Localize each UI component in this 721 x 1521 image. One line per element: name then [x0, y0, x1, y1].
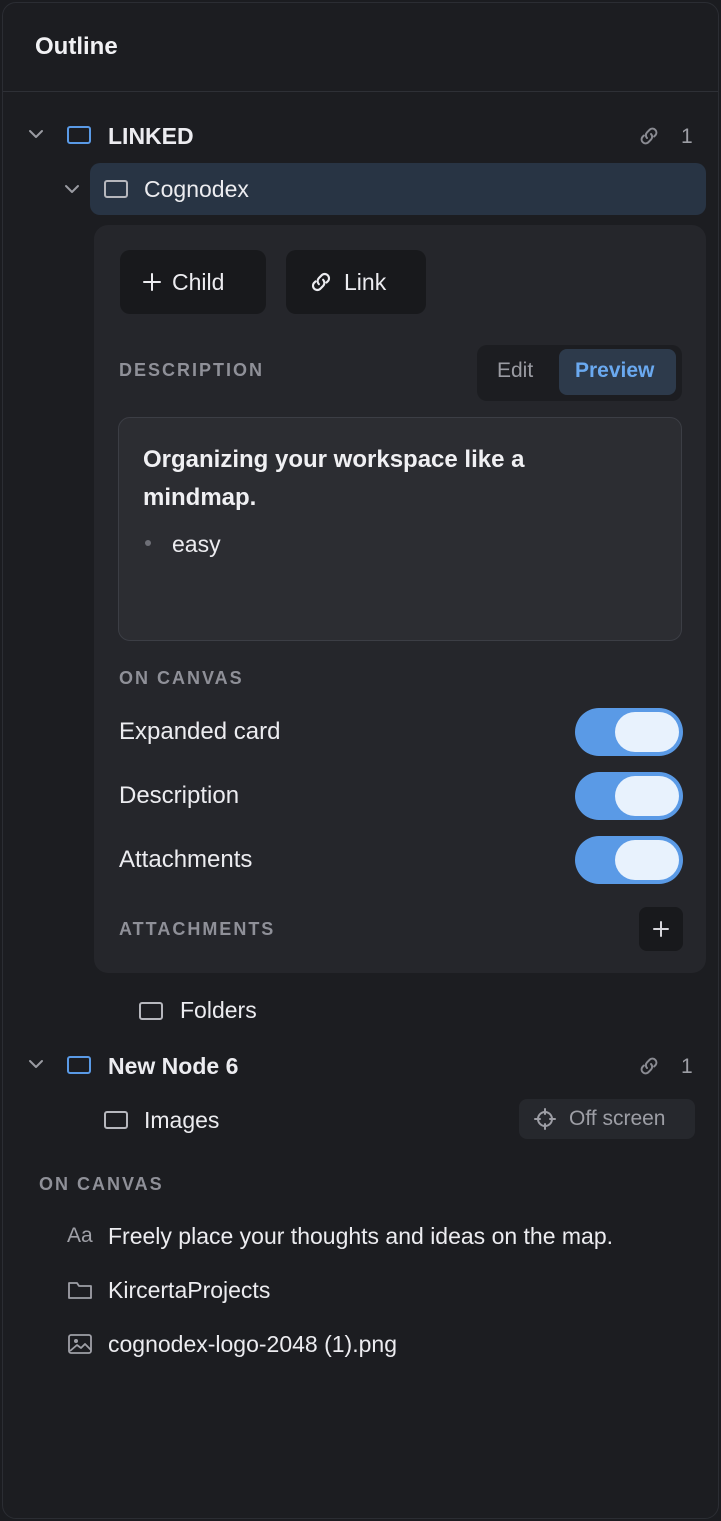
- canvas-item-folder[interactable]: KircertaProjects: [3, 1269, 718, 1313]
- plus-icon: [143, 273, 161, 291]
- on-canvas-list-label: ON CANVAS: [39, 1174, 164, 1194]
- node-label-new-node-6: New Node 6: [108, 1053, 239, 1079]
- toggle-label-description: Description: [119, 782, 240, 809]
- canvas-item-label: cognodex-logo-2048 (1).png: [108, 1331, 397, 1357]
- tree-row-new-node-6[interactable]: New Node 6 1: [3, 1041, 718, 1091]
- panel-title: Outline: [35, 33, 118, 60]
- text-icon: Aa: [67, 1224, 93, 1247]
- image-icon: [68, 1334, 92, 1354]
- node-label-cognodex: Cognodex: [144, 176, 249, 202]
- node-icon: [67, 1056, 91, 1074]
- description-bullet: easy: [172, 531, 221, 557]
- toggle-knob: [615, 840, 679, 880]
- add-child-label: Child: [172, 268, 225, 295]
- outline-panel: Outline LINKED 1 Cognodex Child Link DES…: [2, 2, 719, 1519]
- node-icon: [67, 126, 91, 144]
- tree-row-folders[interactable]: Folders: [123, 989, 703, 1033]
- toggle-description[interactable]: [575, 772, 683, 820]
- chevron-down-icon[interactable]: [27, 1055, 45, 1073]
- canvas-item-label: KircertaProjects: [108, 1277, 271, 1303]
- tab-edit[interactable]: Edit: [497, 359, 533, 383]
- off-screen-badge[interactable]: Off screen: [519, 1099, 695, 1139]
- node-icon: [104, 1111, 128, 1129]
- description-heading: Organizing your workspace like a mindmap…: [143, 446, 525, 511]
- node-label-images: Images: [144, 1107, 220, 1133]
- plus-icon: [653, 921, 669, 937]
- chevron-down-icon[interactable]: [27, 125, 45, 143]
- canvas-item-label: Freely place your thoughts and ideas on …: [108, 1223, 614, 1249]
- toggle-knob: [615, 712, 679, 752]
- canvas-item-text[interactable]: Aa Freely place your thoughts and ideas …: [3, 1215, 718, 1259]
- node-icon: [139, 1002, 163, 1020]
- add-link-button[interactable]: Link: [286, 250, 426, 314]
- on-canvas-section-label: ON CANVAS: [119, 668, 244, 688]
- tree-row-linked[interactable]: LINKED 1: [3, 111, 718, 161]
- add-child-button[interactable]: Child: [120, 250, 266, 314]
- tab-preview[interactable]: Preview: [575, 359, 654, 383]
- toggle-label-attachments: Attachments: [119, 846, 253, 873]
- add-attachment-button[interactable]: [639, 907, 683, 951]
- toggle-label-expanded-card: Expanded card: [119, 718, 281, 745]
- link-icon: [311, 272, 331, 292]
- node-label-linked: LINKED: [108, 123, 194, 149]
- toggle-expanded-card[interactable]: [575, 708, 683, 756]
- chevron-down-icon[interactable]: [63, 180, 81, 198]
- description-section-label: DESCRIPTION: [119, 360, 265, 380]
- add-link-label: Link: [344, 268, 387, 295]
- folder-icon: [68, 1282, 92, 1299]
- bullet-dot: [145, 540, 151, 546]
- canvas-item-image[interactable]: cognodex-logo-2048 (1).png: [3, 1323, 718, 1367]
- link-icon: [640, 127, 658, 145]
- crosshair-icon: [534, 1108, 556, 1130]
- off-screen-label: Off screen: [569, 1107, 666, 1130]
- link-icon: [640, 1057, 658, 1075]
- link-count: 1: [681, 1055, 693, 1078]
- node-icon: [104, 180, 128, 198]
- toggle-knob: [615, 776, 679, 816]
- node-label-folders: Folders: [180, 997, 257, 1023]
- toggle-attachments[interactable]: [575, 836, 683, 884]
- link-count: 1: [681, 125, 693, 148]
- attachments-section-label: ATTACHMENTS: [119, 919, 276, 939]
- header-divider: [3, 91, 718, 92]
